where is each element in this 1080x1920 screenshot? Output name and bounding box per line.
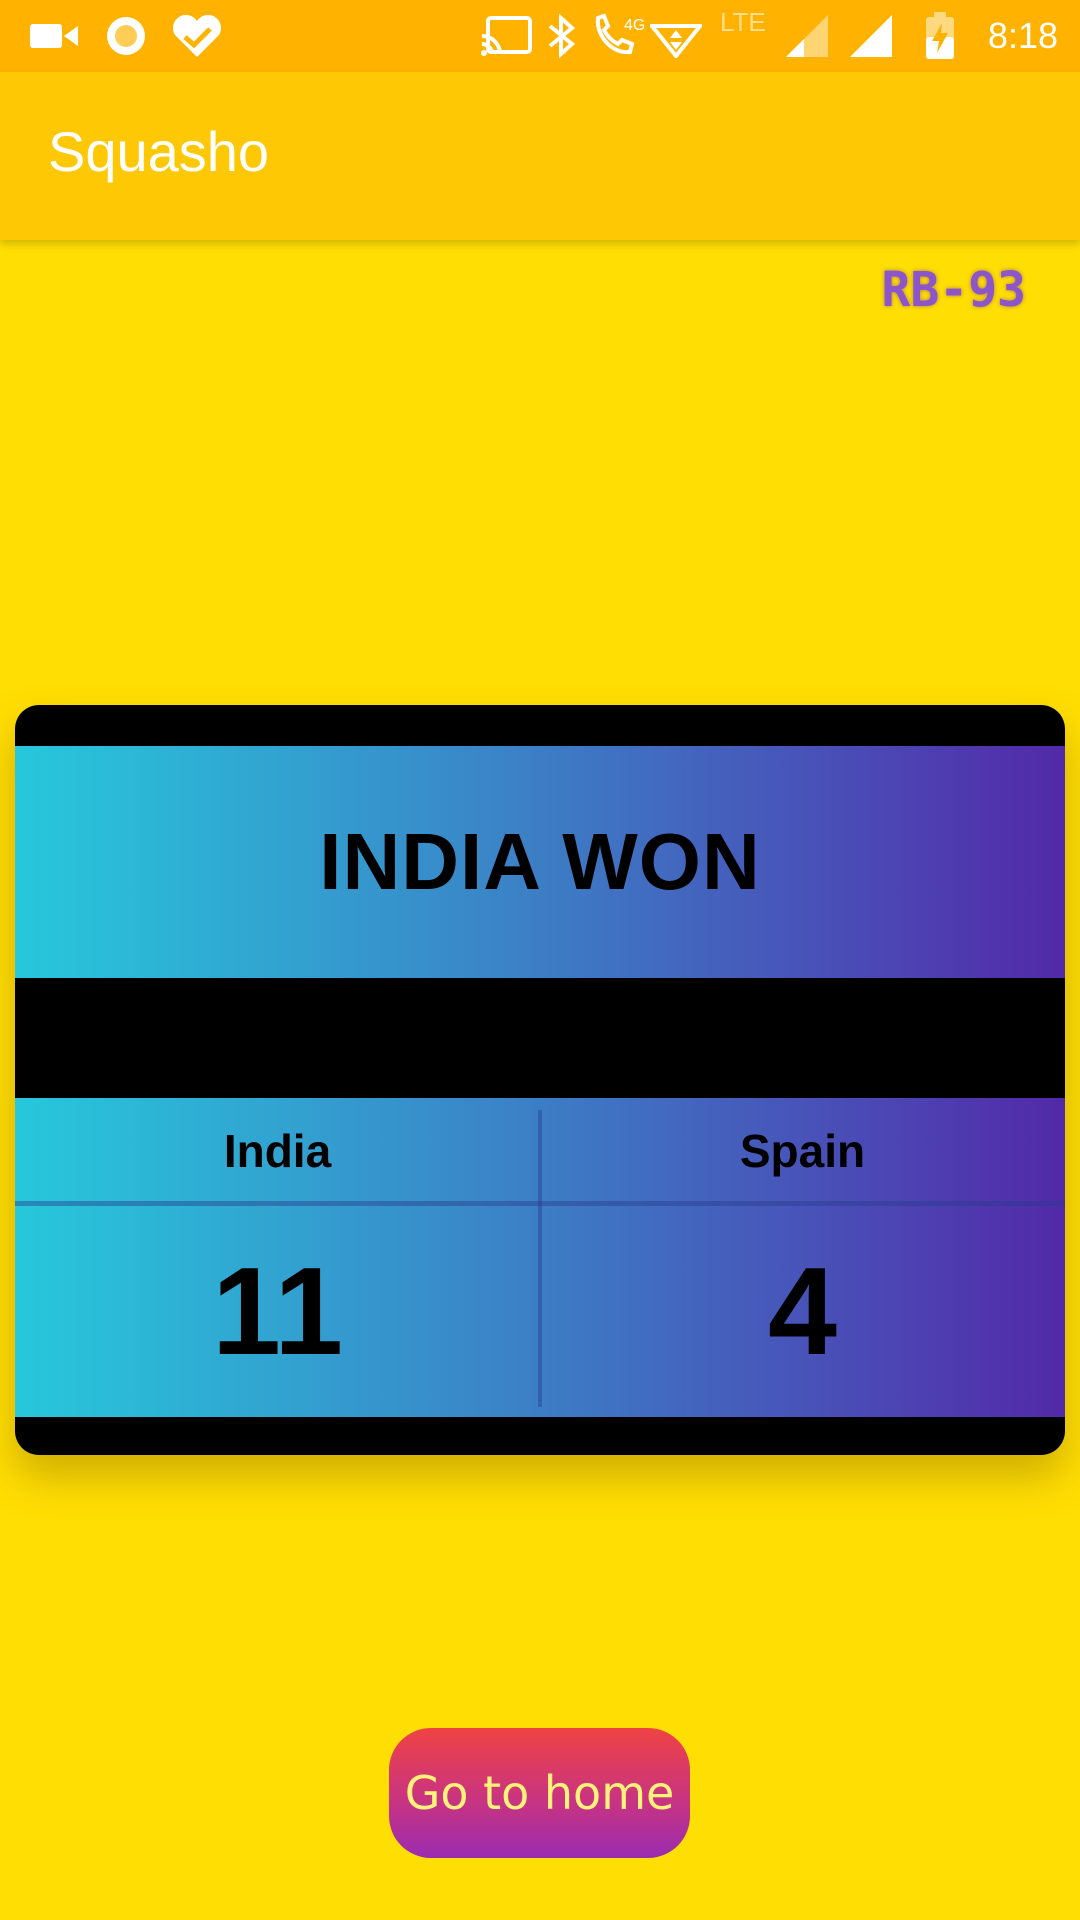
heart-check-icon (170, 12, 224, 60)
svg-text:4G: 4G (624, 17, 644, 34)
score-table: India Spain 11 4 (15, 1098, 1065, 1417)
wifi-call-icon: 4G (590, 12, 644, 60)
cast-icon (480, 12, 534, 60)
video-camera-icon (28, 12, 80, 60)
bluetooth-icon (546, 12, 578, 60)
circle-record-icon (104, 12, 148, 60)
score-card: INDIA WON India Spain 11 4 (15, 705, 1065, 1455)
team-name-left: India (223, 1124, 332, 1177)
team-score-left: 11 (211, 1242, 344, 1381)
go-to-home-button[interactable]: Go to home (389, 1728, 690, 1858)
signal-weak-icon (784, 12, 830, 60)
battery-charging-icon (924, 12, 956, 60)
status-bar: 4G LTE 8:18 (0, 0, 1080, 72)
signal-full-icon (848, 12, 894, 60)
result-banner: INDIA WON (15, 746, 1065, 978)
app-bar: Squasho (0, 72, 1080, 240)
team-score-right: 4 (768, 1242, 837, 1381)
result-headline: INDIA WON (319, 817, 761, 906)
status-time: 8:18 (987, 15, 1058, 56)
app-title: Squasho (48, 120, 270, 183)
data-arrows-icon (650, 12, 702, 60)
team-name-right: Spain (739, 1124, 866, 1177)
code-tag: RB-93 (881, 262, 1027, 318)
lte-label: LTE (720, 6, 766, 37)
